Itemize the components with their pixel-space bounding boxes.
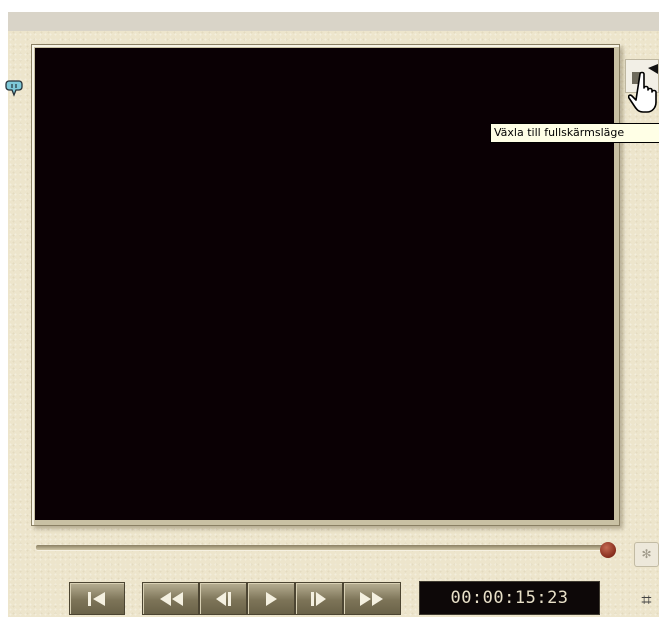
step-forward-button[interactable]	[295, 582, 343, 615]
split-icon: ⌗	[641, 590, 652, 611]
play-button[interactable]	[247, 582, 295, 615]
go-to-start-button[interactable]	[69, 582, 125, 615]
fast-forward-icon	[360, 591, 383, 606]
preview-frame	[31, 44, 620, 526]
fullscreen-tooltip: Växla till fullskärmsläge	[490, 123, 659, 143]
step-back-button[interactable]	[199, 582, 247, 615]
scrubber-handle[interactable]	[600, 542, 616, 558]
split-button[interactable]: ⌗	[634, 585, 659, 617]
play-icon	[266, 591, 277, 606]
marker-icon[interactable]	[5, 78, 23, 98]
settings-button[interactable]: ✻	[634, 542, 659, 567]
top-bar	[8, 12, 659, 31]
skip-to-start-icon	[88, 591, 105, 606]
timecode-display: 00:00:15:23	[419, 581, 600, 615]
step-back-icon	[216, 591, 231, 606]
preview-screen[interactable]	[35, 48, 614, 520]
fast-forward-button[interactable]	[343, 582, 401, 615]
rewind-icon	[159, 591, 183, 606]
scrubber-track[interactable]	[36, 545, 608, 550]
rewind-button[interactable]	[142, 582, 199, 615]
step-forward-icon	[311, 591, 326, 606]
settings-icon: ✻	[641, 547, 652, 561]
hand-cursor-icon	[628, 71, 657, 113]
